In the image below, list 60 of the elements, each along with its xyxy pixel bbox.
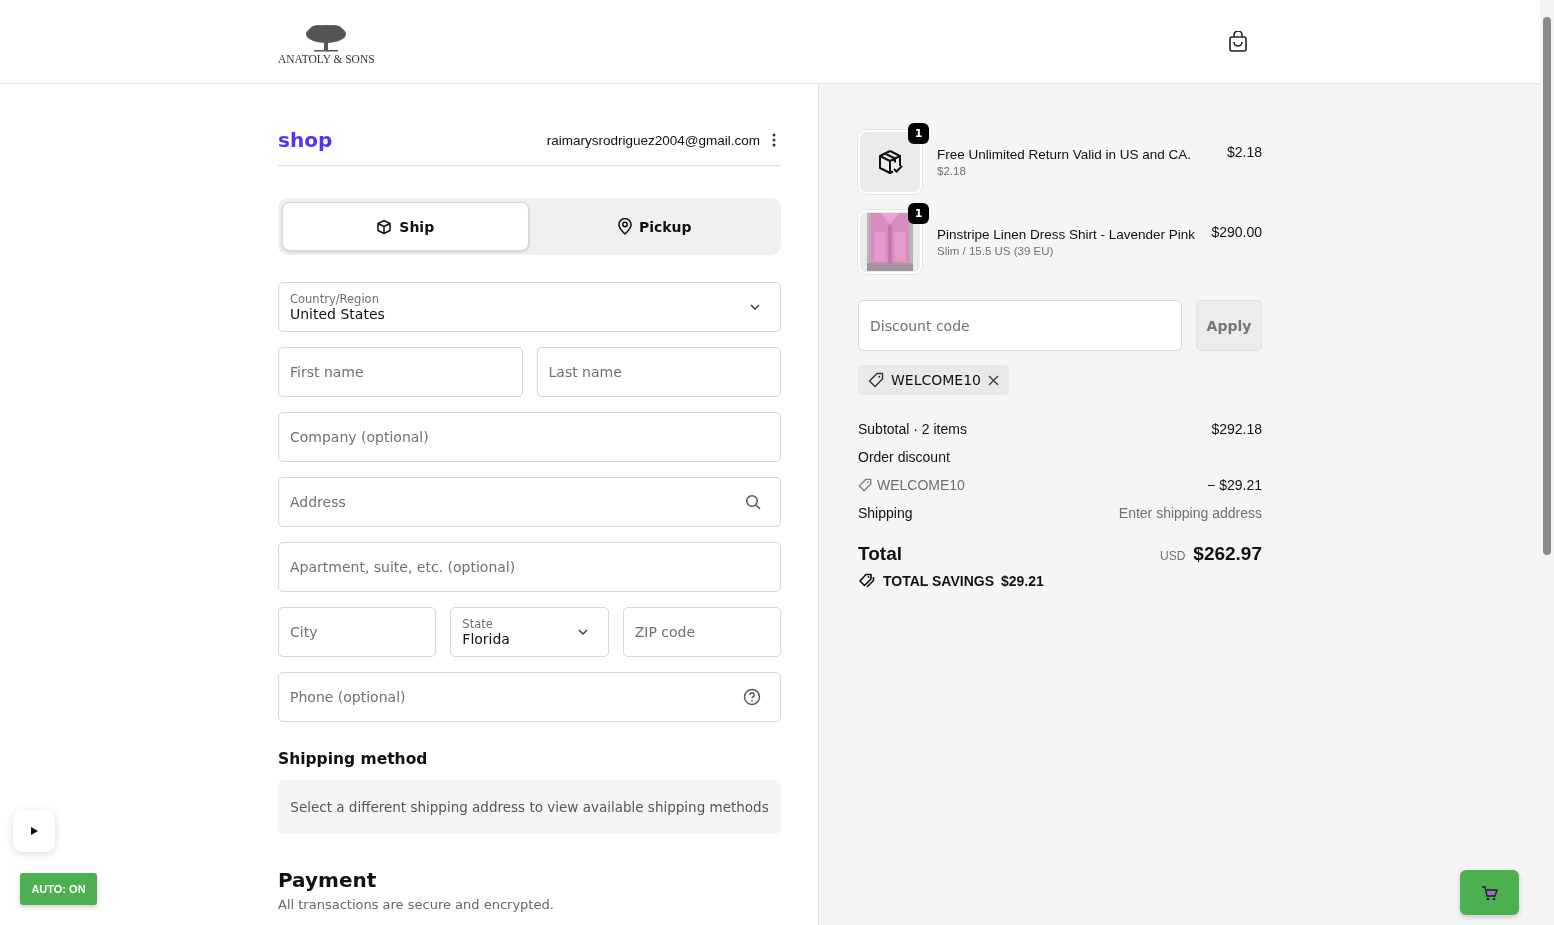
shipping-notice: Select a different shipping address to view available shipping methods — [278, 780, 781, 834]
play-icon — [30, 827, 38, 835]
discount-code: WELCOME10 — [891, 372, 982, 388]
currency-code: USD — [1159, 549, 1186, 563]
cart-icon — [1480, 884, 1499, 901]
total-label: Total — [858, 543, 902, 565]
more-options-icon[interactable] — [772, 133, 776, 147]
tag-icon — [868, 372, 884, 388]
subtotal-label: Subtotal · 2 items — [858, 421, 967, 437]
input-field[interactable]: First name — [278, 347, 523, 397]
chevron-down-icon — [750, 304, 760, 310]
address-field[interactable]: Address — [278, 477, 781, 527]
discount-code-field[interactable]: Discount code — [858, 300, 1182, 351]
payment-subtitle: All transactions are secure and encrypted. — [278, 897, 555, 912]
tag-icon — [858, 478, 872, 492]
section-heading: Payment — [278, 868, 378, 892]
quantity-badge: 1 — [908, 203, 929, 224]
total-savings-amount: $29.21 — [1001, 573, 1044, 589]
total-amount: $262.97 — [1193, 543, 1262, 565]
discount-amount: − $29.21 — [1207, 477, 1262, 493]
input-field[interactable]: ZIP code — [622, 607, 781, 657]
cart-button[interactable] — [1460, 870, 1519, 915]
delivery-tab[interactable]: Ship — [282, 202, 529, 251]
shipping-value: Enter shipping address — [1118, 505, 1262, 521]
product-name: Free Unlimited Return Valid in US and CA. — [937, 147, 1193, 162]
product-name: Pinstripe Linen Dress Shirt - Lavender Pink — [937, 227, 1197, 242]
product-price: $290.00 — [1211, 224, 1262, 240]
apply-button[interactable]: Apply — [1196, 300, 1262, 351]
chevron-down-icon — [577, 629, 588, 635]
select-field[interactable]: State Florida — [450, 607, 609, 657]
product-price: $2.18 — [1226, 144, 1262, 160]
box-check-icon — [876, 148, 904, 176]
shopping-bag-icon[interactable] — [1228, 30, 1248, 53]
brand-name: ANATOLY & SONS — [278, 53, 375, 65]
box-icon — [376, 218, 393, 235]
discount-label: Order discount — [858, 449, 950, 465]
total-savings-label: TOTAL SAVINGS — [883, 573, 994, 589]
shop-logo: shop — [278, 128, 333, 152]
delivery-tab[interactable]: Pickup — [532, 202, 777, 251]
scrollbar[interactable] — [1540, 0, 1554, 925]
phone-field[interactable]: Phone (optional) — [278, 672, 781, 722]
product-variant: $2.18 — [937, 165, 967, 177]
product-variant: Slim / 15.5 US (39 EU) — [937, 245, 1055, 257]
close-icon[interactable] — [988, 374, 1000, 386]
select-field[interactable]: Country/Region United States — [278, 282, 781, 332]
input-field[interactable]: Last name — [536, 347, 781, 397]
section-heading: Shipping method — [278, 750, 429, 768]
quantity-badge: 1 — [908, 123, 929, 144]
location-pin-icon — [617, 218, 632, 235]
discount-code: WELCOME10 — [877, 477, 965, 493]
subtotal-value: $292.18 — [1211, 421, 1262, 437]
input-field[interactable]: Apartment, suite, etc. (optional) — [278, 542, 781, 592]
shipping-label: Shipping — [858, 505, 913, 521]
input-field[interactable]: Company (optional) — [278, 412, 781, 462]
help-icon[interactable] — [743, 688, 761, 706]
account-email: raimarysrodriguez2004@gmail.com — [546, 132, 760, 148]
tree-logo-icon — [304, 24, 349, 52]
input-field[interactable]: City — [278, 607, 437, 657]
tags-icon — [858, 573, 876, 589]
search-icon — [745, 494, 761, 510]
